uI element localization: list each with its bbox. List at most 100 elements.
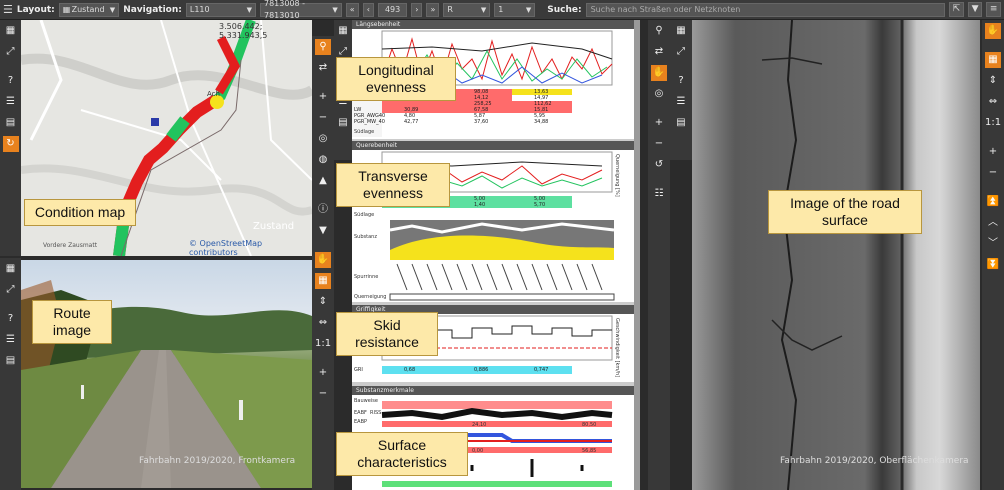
table-cell: 0,747 <box>534 367 549 373</box>
grid-select-icon[interactable]: ▦ <box>985 52 1001 68</box>
route-image[interactable]: Fahrbahn 2019/2020, Frontkamera <box>21 260 312 488</box>
pin-icon[interactable]: ⚲ <box>315 39 331 55</box>
zoom-out-icon[interactable]: − <box>985 165 1001 181</box>
north-arrow-icon[interactable]: ▲ <box>315 173 331 189</box>
route-icon[interactable]: ⇄ <box>315 60 331 76</box>
fit-width-icon[interactable]: ⇔ <box>985 94 1001 110</box>
segment-value: 7813008 - 7813010 <box>264 0 306 20</box>
layout-grid-icon[interactable]: ▦ <box>335 23 351 39</box>
list-icon[interactable]: ☰ <box>3 94 19 110</box>
surface-value: 24,10 <box>472 422 487 428</box>
layout-grid-icon[interactable]: ▦ <box>673 23 689 39</box>
grid-select-icon[interactable]: ▦ <box>315 273 331 289</box>
fit-height-icon[interactable]: ⇕ <box>985 73 1001 89</box>
hand-icon[interactable]: ✋ <box>651 65 667 81</box>
layout-value: Zustand <box>71 4 105 14</box>
fullscreen-icon[interactable]: ⤢ <box>3 44 19 60</box>
zoom-in-icon[interactable]: + <box>651 115 667 131</box>
scroll-bottom-icon[interactable]: ⏬ <box>985 257 1001 273</box>
table-row-label: GRI <box>354 367 363 373</box>
hand-icon[interactable]: ✋ <box>315 252 331 268</box>
callout-transverse: Transverse evenness <box>336 163 450 207</box>
skid-axis-label: Geschwindigkeit [km/h] <box>614 318 620 378</box>
list-icon[interactable]: ☰ <box>673 94 689 110</box>
fit-height-icon[interactable]: ⇕ <box>315 294 331 310</box>
direction-select[interactable]: R ▼ <box>443 2 491 17</box>
map-coordinates: 3.506.442; 5.331.943,5 <box>219 22 268 40</box>
collapse-icon[interactable]: ▼ <box>315 223 331 239</box>
target-icon[interactable]: ◎ <box>651 86 667 102</box>
road-select[interactable]: L110 ▼ <box>185 2 256 17</box>
callout-condition-map: Condition map <box>24 199 136 226</box>
help-icon[interactable]: ? <box>3 311 19 327</box>
table-cell: 42,77 <box>404 119 419 125</box>
map-attribution[interactable]: © OpenStreetMap contributors <box>189 239 312 256</box>
list-icon[interactable]: ☰ <box>3 332 19 348</box>
previous-button[interactable]: ‹ <box>362 2 374 17</box>
app-window: ☰ Layout: ▦ Zustand ▼ Navigation: L110 ▼ 78… <box>0 0 1004 490</box>
zoom-in-icon[interactable]: + <box>315 365 331 381</box>
map-place-label: Ach <box>207 90 220 98</box>
distance-field[interactable]: 493 <box>377 2 408 17</box>
reset-icon[interactable]: ↺ <box>651 157 667 173</box>
direction-value: R <box>447 4 453 14</box>
transverse-section-label: Südlage <box>354 212 375 218</box>
route-icon[interactable]: ⇄ <box>651 44 667 60</box>
layout-select[interactable]: ▦ Zustand ▼ <box>58 2 120 17</box>
transverse-section-label: Querneigung <box>354 294 387 300</box>
chevron-down-icon: ▼ <box>109 5 116 14</box>
zoom-in-icon[interactable]: + <box>985 144 1001 160</box>
surface-image-left-tools: ⚲ ⇄ ✋ ◎ + − ↺ ☷ <box>648 20 670 490</box>
last-button[interactable]: » <box>426 2 440 17</box>
layout-grid-icon[interactable]: ▦ <box>3 23 19 39</box>
fit-width-icon[interactable]: ⇔ <box>315 315 331 331</box>
callout-route-image: Route image <box>32 300 112 344</box>
help-icon[interactable]: ? <box>3 73 19 89</box>
filter-icon[interactable]: ▼ <box>967 2 983 17</box>
one-to-one-icon[interactable]: 1:1 <box>315 336 331 352</box>
zoom-out-icon[interactable]: − <box>651 136 667 152</box>
chevron-down-icon: ▼ <box>480 5 487 14</box>
road-surface-image[interactable]: Fahrbahn 2019/2020, Oberflächenkamera <box>692 20 980 490</box>
help-icon[interactable]: ? <box>673 73 689 89</box>
settings-list-icon[interactable]: ☷ <box>651 186 667 202</box>
hand-icon[interactable]: ✋ <box>985 23 1001 39</box>
scroll-up-icon[interactable]: ︿ <box>985 215 1001 231</box>
refresh-icon[interactable]: ↻ <box>2 136 19 152</box>
zoom-in-icon[interactable]: + <box>315 89 331 105</box>
surface-row-label: EABF <box>354 410 367 416</box>
one-to-one-icon[interactable]: 1:1 <box>985 115 1001 131</box>
globe-icon[interactable]: ◍ <box>315 152 331 168</box>
document-icon[interactable]: ▤ <box>3 115 19 131</box>
pin-icon[interactable]: ⚲ <box>651 23 667 39</box>
segment-select[interactable]: 7813008 - 7813010 ▼ <box>260 0 342 20</box>
document-icon[interactable]: ▤ <box>3 353 19 369</box>
target-icon[interactable]: ◎ <box>315 131 331 147</box>
chart-scrollbar[interactable] <box>634 20 640 490</box>
front-camera-tools: ▦ ⤢ ? ☰ ▤ <box>0 258 21 490</box>
first-button[interactable]: « <box>345 2 359 17</box>
layout-grid-icon[interactable]: ▦ <box>3 261 19 277</box>
next-button[interactable]: › <box>411 2 423 17</box>
fullscreen-icon[interactable]: ⤢ <box>3 282 19 298</box>
zoom-out-icon[interactable]: − <box>315 386 331 402</box>
info-icon[interactable]: ⓘ <box>315 202 331 218</box>
document-icon[interactable]: ▤ <box>673 115 689 131</box>
grid-icon: ▦ <box>62 4 71 14</box>
export-icon[interactable]: ⇱ <box>949 2 964 17</box>
chart-side-tools: ⚲ ⇄ + − ◎ ◍ ▲ ⓘ ▼ ✋ ▦ ⇕ ⇔ 1:1 + − <box>312 36 334 490</box>
search-input[interactable] <box>585 2 946 17</box>
surface-title: Substanzmerkmale <box>352 386 634 395</box>
menu-icon[interactable]: ≡ <box>986 2 1002 17</box>
lane-select[interactable]: 1 ▼ <box>494 2 536 17</box>
document-icon[interactable]: ▤ <box>335 115 351 131</box>
scroll-down-icon[interactable]: ﹀ <box>985 236 1001 252</box>
navigation-label: Navigation: <box>123 4 182 15</box>
lane-value: 1 <box>498 4 504 14</box>
route-photo <box>21 280 312 488</box>
zoom-out-icon[interactable]: − <box>315 110 331 126</box>
fullscreen-icon[interactable]: ⤢ <box>673 44 689 60</box>
scroll-top-icon[interactable]: ⏫ <box>985 194 1001 210</box>
menu-icon[interactable]: ☰ <box>3 3 13 16</box>
table-row-label: PGR_MW_40 <box>354 119 385 125</box>
